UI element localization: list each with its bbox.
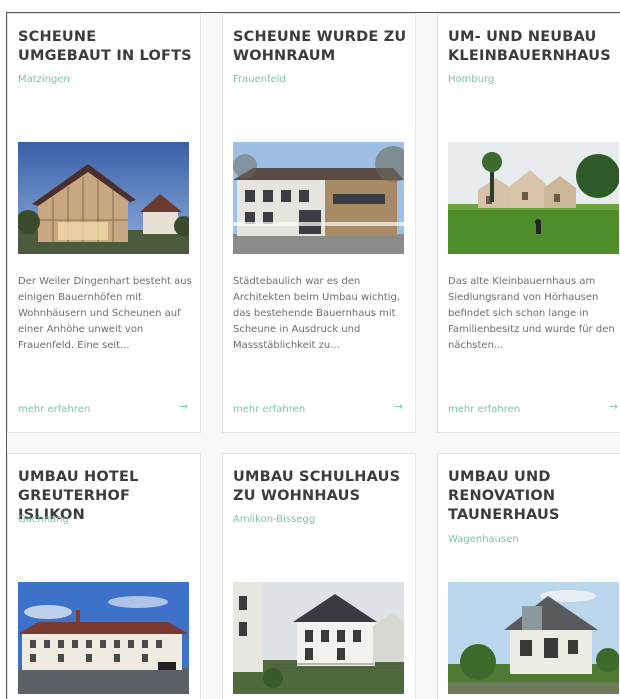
card-location: Frauenfeld [233,74,286,85]
photo-schoolhouse [233,582,404,694]
card-title[interactable]: UMBAU UND RENOVATION TAUNERHAUS [448,468,620,525]
project-card[interactable]: SCHEUNE UMGEBAUT IN LOFTS Matzingen Der … [7,13,201,433]
card-location: Matzingen [18,74,70,85]
more-link[interactable]: mehr erfahren [233,404,305,415]
card-photo[interactable] [233,142,404,254]
card-description: Der Weiler Dingenhart besteht aus einige… [18,276,192,351]
card-photo[interactable] [448,582,619,694]
card-photo[interactable] [448,142,619,254]
card-photo[interactable] [18,142,189,254]
photo-barn-lofts [18,142,189,254]
arrow-right-icon[interactable]: → [394,400,403,413]
arrow-right-icon[interactable]: → [609,400,618,413]
card-location: Amlikon-Bissegg [233,514,316,525]
photo-barn-living [233,142,404,254]
photo-small-farmhouse [448,142,619,254]
card-photo[interactable] [18,582,189,694]
project-grid: SCHEUNE UMGEBAUT IN LOFTS Matzingen Der … [6,12,620,699]
card-title[interactable]: SCHEUNE UMGEBAUT IN LOFTS [18,28,192,66]
project-card[interactable]: UMBAU UND RENOVATION TAUNERHAUS Wagenhau… [437,453,620,699]
more-link[interactable]: mehr erfahren [18,404,90,415]
card-description: Das alte Kleinbauernhaus am Siedlungsran… [448,276,615,351]
card-location: Wagenhausen [448,534,519,545]
card-location: Gachnang [18,514,69,525]
card-title[interactable]: SCHEUNE WURDE ZU WOHNRAUM [233,28,407,66]
project-card[interactable]: UMBAU SCHULHAUS ZU WOHNHAUS Amlikon-Biss… [222,453,416,699]
project-card[interactable]: SCHEUNE WURDE ZU WOHNRAUM Frauenfeld Stä… [222,13,416,433]
photo-taunerhaus [448,582,619,694]
more-link[interactable]: mehr erfahren [448,404,520,415]
project-card[interactable]: UMBAU HOTEL GREUTERHOF ISLIKON Gachnang [7,453,201,699]
card-photo[interactable] [233,582,404,694]
photo-hotel-greuterhof [18,582,189,694]
arrow-right-icon[interactable]: → [179,400,188,413]
card-title[interactable]: UMBAU SCHULHAUS ZU WOHNHAUS [233,468,407,506]
card-location: Homburg [448,74,495,85]
card-description: Städtebaulich war es den Architekten bei… [233,276,401,351]
project-card[interactable]: UM- UND NEUBAU KLEINBAUERNHAUS Homburg D… [437,13,620,433]
card-title[interactable]: UM- UND NEUBAU KLEINBAUERNHAUS [448,28,620,66]
